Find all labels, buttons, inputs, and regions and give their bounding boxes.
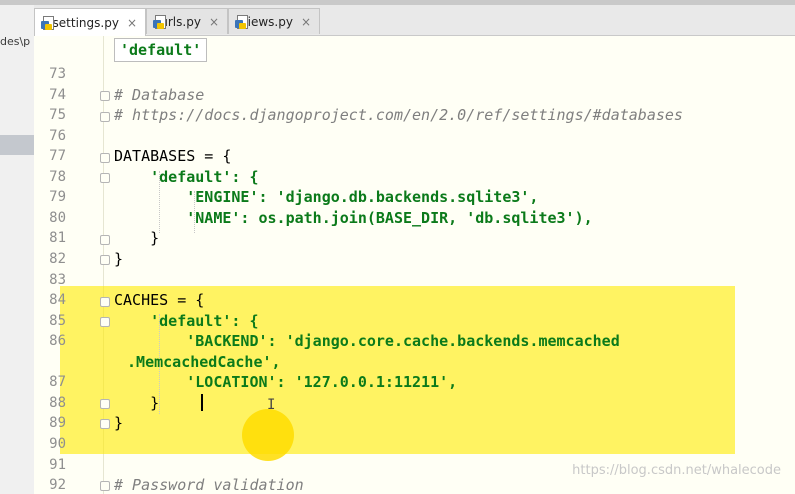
python-file-icon (235, 14, 248, 30)
line-number: 86 (49, 333, 66, 349)
tab-urls-py[interactable]: urls.py × (146, 8, 228, 34)
code-line[interactable]: } (114, 394, 159, 412)
project-panel[interactable]: des\p (0, 5, 35, 494)
fold-marker-icon[interactable] (100, 399, 110, 409)
code-line-wrapped[interactable]: .MemcachedCache', (118, 353, 281, 371)
line-number: 85 (49, 313, 66, 329)
code-line[interactable]: } (114, 250, 123, 268)
line-number: 77 (49, 148, 66, 164)
tab-label: urls.py (160, 14, 201, 29)
line-number: 87 (49, 374, 66, 390)
code-line[interactable]: # https://docs.djangoproject.com/en/2.0/… (114, 106, 683, 124)
tab-views-py[interactable]: views.py × (228, 8, 320, 34)
code-line[interactable]: 'default': { (114, 168, 258, 186)
code-line[interactable]: # Password validation (114, 476, 304, 494)
project-tree-selected-row[interactable] (0, 135, 34, 155)
code-line[interactable]: CACHES = { (114, 291, 204, 309)
watermark: https://blog.csdn.net/whalecode (572, 463, 781, 478)
line-number: 82 (49, 251, 66, 267)
fold-marker-icon[interactable] (100, 112, 110, 122)
tab-label: views.py (240, 14, 293, 29)
fold-marker-icon[interactable] (100, 235, 110, 245)
line-number: 75 (49, 107, 66, 123)
line-number: 89 (49, 415, 66, 431)
fold-marker-icon[interactable] (100, 255, 110, 265)
line-number: 74 (49, 87, 66, 103)
line-number: 88 (49, 395, 66, 411)
line-number: 78 (49, 169, 66, 185)
line-number: 83 (49, 272, 66, 288)
line-number: 84 (49, 292, 66, 308)
fold-marker-icon[interactable] (100, 173, 110, 183)
text-caret (201, 394, 203, 411)
code-line[interactable]: } (114, 414, 123, 432)
code-line[interactable]: 'default': { (114, 312, 258, 330)
fold-marker-icon[interactable] (100, 91, 110, 101)
code-line[interactable]: 'LOCATION': '127.0.0.1:11211', (114, 373, 457, 391)
fold-marker-icon[interactable] (100, 153, 110, 163)
project-tree-item[interactable]: des\p (0, 35, 34, 48)
line-number: 76 (49, 128, 66, 144)
tab-label: settings.py (52, 15, 119, 30)
code-line[interactable]: 'NAME': os.path.join(BASE_DIR, 'db.sqlit… (114, 209, 592, 227)
close-icon[interactable]: × (127, 16, 137, 30)
code-line[interactable]: DATABASES = { (114, 147, 231, 165)
line-number: 91 (49, 457, 66, 473)
close-icon[interactable]: × (301, 15, 311, 29)
line-number: 79 (49, 189, 66, 205)
fold-marker-icon[interactable] (100, 481, 110, 491)
code-editor[interactable]: 'default' 73 74 75 76 77 78 79 80 81 82 … (34, 36, 795, 494)
line-number: 80 (49, 210, 66, 226)
code-breadcrumb[interactable]: 'default' (114, 38, 208, 62)
python-file-icon (41, 15, 54, 31)
line-number: 90 (49, 436, 66, 452)
tab-settings-py[interactable]: settings.py × (34, 8, 146, 36)
code-line[interactable]: } (114, 229, 159, 247)
fold-marker-icon[interactable] (100, 297, 110, 307)
project-tree-item-label: des\p (0, 35, 31, 48)
ibeam-cursor-icon: I (267, 397, 276, 413)
line-number: 92 (49, 477, 66, 493)
code-line[interactable]: # Database (114, 86, 204, 104)
code-line[interactable]: 'BACKEND': 'django.core.cache.backends.m… (114, 332, 620, 350)
close-icon[interactable]: × (209, 15, 219, 29)
code-line[interactable]: 'ENGINE': 'django.db.backends.sqlite3', (114, 188, 538, 206)
editor-tab-bar: settings.py × urls.py × views.py × (34, 5, 795, 36)
line-number: 73 (49, 66, 66, 82)
line-number: 81 (49, 230, 66, 246)
fold-marker-icon[interactable] (100, 419, 110, 429)
fold-marker-icon[interactable] (100, 317, 110, 327)
mouse-cursor-highlight (242, 409, 294, 461)
python-file-icon (153, 14, 166, 30)
